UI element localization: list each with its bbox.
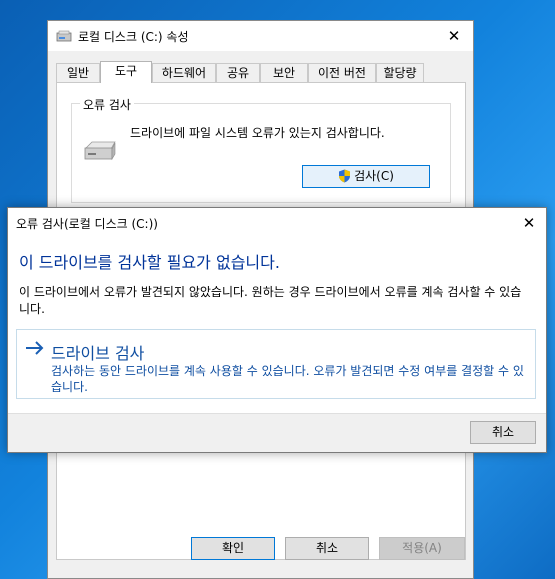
dialog-cancel-button[interactable]: 취소 (470, 421, 536, 444)
check-button[interactable]: 검사(C) (302, 165, 430, 188)
check-disk-dialog: 오류 검사(로컬 디스크 (C:)) ✕ 이 드라이브를 검사할 필요가 없습니… (7, 207, 547, 453)
tab-general[interactable]: 일반 (56, 63, 100, 82)
tab-sharing[interactable]: 공유 (216, 63, 260, 82)
scan-drive-description: 검사하는 동안 드라이브를 계속 사용할 수 있습니다. 오류가 발견되면 수정… (51, 364, 524, 394)
tab-tools[interactable]: 도구 (100, 61, 152, 83)
cancel-button[interactable]: 취소 (285, 537, 369, 560)
close-icon[interactable]: ✕ (439, 21, 469, 51)
scan-drive-title: 드라이브 검사 (51, 344, 145, 363)
error-check-description: 드라이브에 파일 시스템 오류가 있는지 검사합니다. (130, 126, 385, 140)
error-check-group: 오류 검사 드라이브에 파일 시스템 오류가 있는지 검사합니다. 검사(C) (71, 96, 451, 203)
hard-drive-icon (84, 141, 116, 161)
properties-title: 로컬 디스크 (C:) 속성 (78, 30, 189, 44)
apply-button[interactable]: 적용(A) (379, 537, 465, 560)
uac-shield-icon (339, 169, 351, 183)
drive-icon (56, 30, 72, 42)
tab-previous-versions[interactable]: 이전 버전 (308, 63, 376, 82)
dialog-heading: 이 드라이브를 검사할 필요가 없습니다. (19, 253, 280, 272)
dialog-close-icon[interactable]: ✕ (514, 208, 544, 238)
arrow-right-icon (26, 341, 44, 355)
dialog-description: 이 드라이브에서 오류가 발견되지 않았습니다. 원하는 경우 드라이브에서 오… (19, 285, 522, 316)
check-button-label: 검사(C) (354, 169, 394, 183)
error-check-group-title: 오류 검사 (80, 96, 134, 113)
tab-hardware[interactable]: 하드웨어 (152, 63, 216, 82)
properties-titlebar[interactable]: 로컬 디스크 (C:) 속성 ✕ (48, 21, 473, 51)
tab-quota[interactable]: 할당량 (376, 63, 424, 82)
ok-button[interactable]: 확인 (191, 537, 275, 560)
dialog-footer: 취소 (8, 413, 546, 452)
dialog-title: 오류 검사(로컬 디스크 (C:)) (16, 217, 158, 231)
tab-security[interactable]: 보안 (260, 63, 308, 82)
scan-drive-command-link[interactable]: 드라이브 검사 검사하는 동안 드라이브를 계속 사용할 수 있습니다. 오류가… (16, 329, 536, 399)
